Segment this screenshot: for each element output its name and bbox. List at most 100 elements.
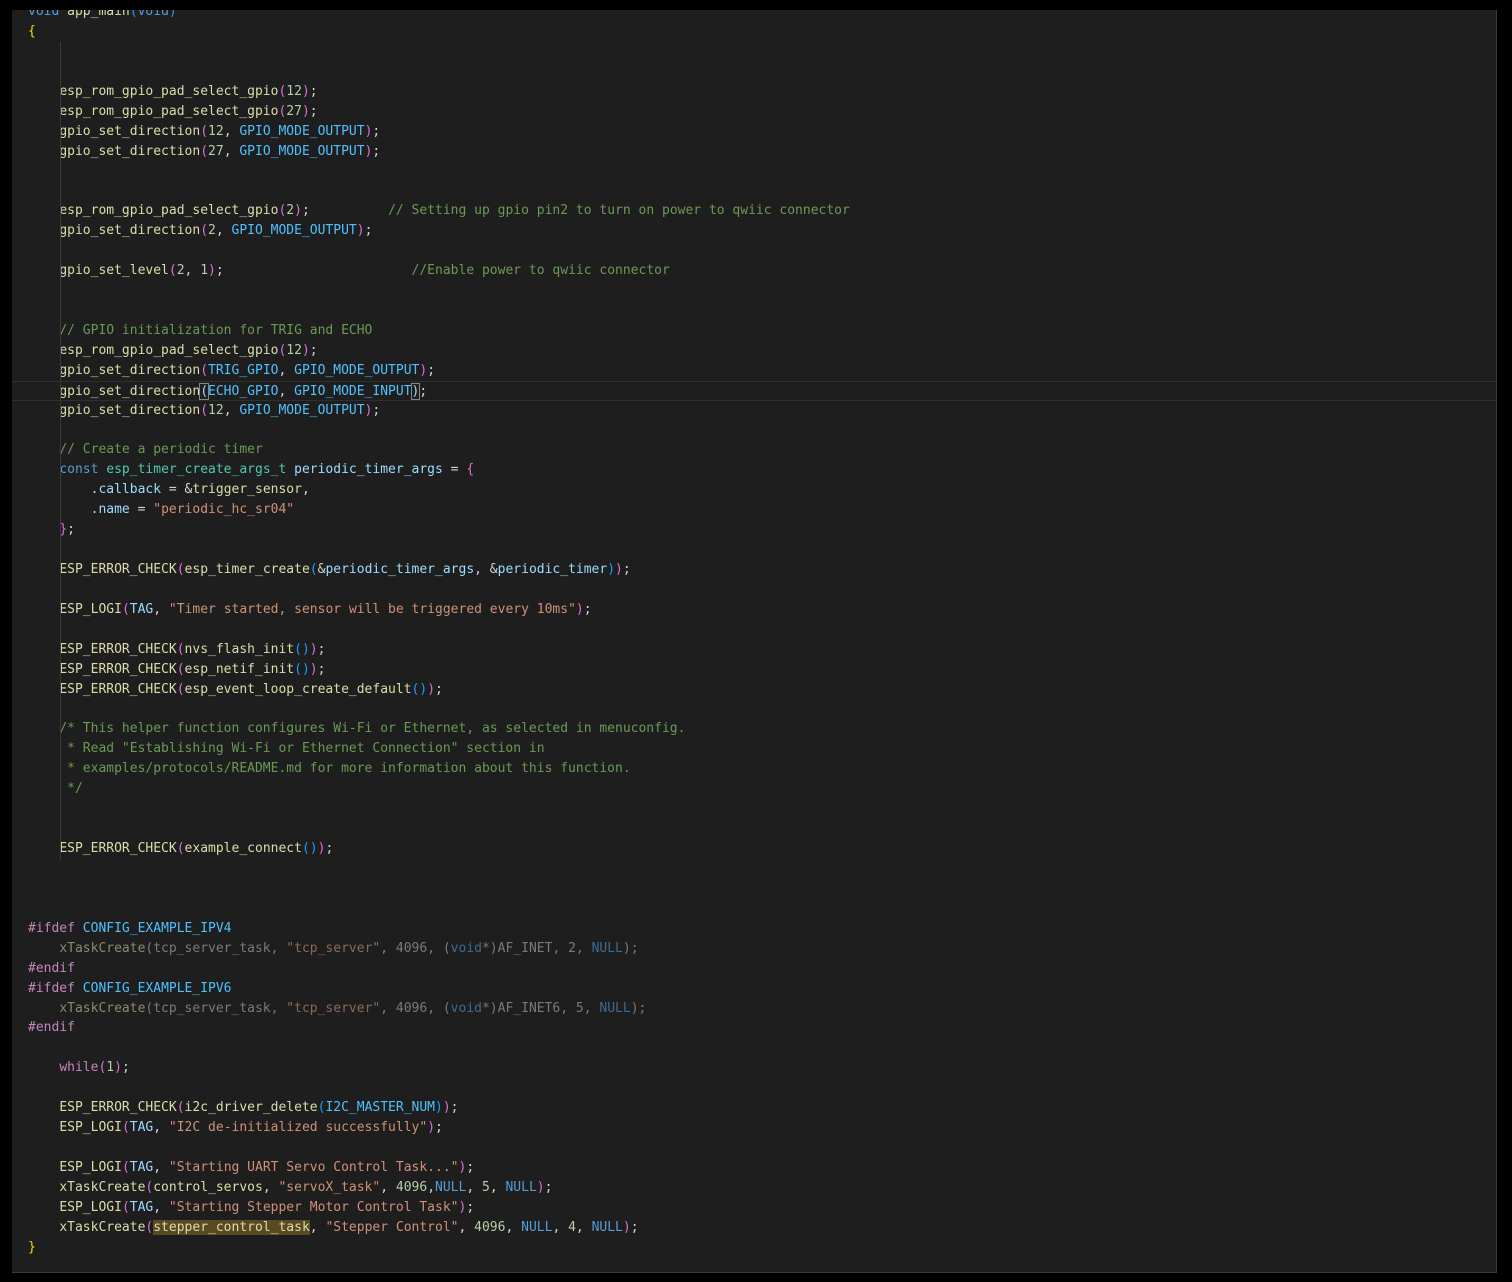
code-token: 4096 bbox=[474, 1219, 506, 1235]
code-token: tcp_server_task bbox=[153, 1000, 271, 1016]
code-line[interactable] bbox=[12, 1138, 1496, 1158]
code-token: ( bbox=[200, 123, 209, 139]
code-token: . bbox=[28, 502, 99, 518]
code-token: ) bbox=[301, 342, 310, 358]
code-line[interactable]: esp_rom_gpio_pad_select_gpio(12); bbox=[12, 82, 1496, 102]
code-token: ; bbox=[622, 562, 631, 578]
code-line[interactable]: ESP_LOGI(TAG, "Starting Stepper Motor Co… bbox=[12, 1198, 1496, 1218]
code-line[interactable] bbox=[12, 799, 1496, 819]
code-token: () bbox=[411, 681, 428, 697]
code-line[interactable]: */ bbox=[12, 779, 1496, 799]
code-token: I2C_MASTER_NUM bbox=[325, 1100, 436, 1116]
code-line[interactable]: * examples/protocols/README.md for more … bbox=[12, 759, 1496, 779]
code-line[interactable]: ESP_LOGI(TAG, "Starting UART Servo Contr… bbox=[12, 1158, 1496, 1178]
code-line[interactable]: esp_rom_gpio_pad_select_gpio(12); bbox=[12, 341, 1496, 361]
code-line[interactable]: xTaskCreate(control_servos, "servoX_task… bbox=[12, 1178, 1496, 1198]
code-line[interactable]: ESP_ERROR_CHECK(i2c_driver_delete(I2C_MA… bbox=[12, 1098, 1496, 1118]
code-line[interactable]: gpio_set_level(2, 1); //Enable power to … bbox=[12, 261, 1496, 281]
code-line[interactable]: ESP_LOGI(TAG, "I2C de-initialized succes… bbox=[12, 1118, 1496, 1138]
code-line[interactable]: ESP_ERROR_CHECK(esp_event_loop_create_de… bbox=[12, 680, 1496, 700]
code-line[interactable] bbox=[12, 1078, 1496, 1098]
code-token: ; bbox=[630, 1219, 639, 1235]
code-lines[interactable]: void app_main(void){ esp_rom_gpio_pad_se… bbox=[12, 10, 1496, 1272]
code-line[interactable]: .name = "periodic_hc_sr04" bbox=[12, 500, 1496, 520]
code-token: ; bbox=[121, 1060, 130, 1076]
code-token: AF_INET bbox=[497, 940, 553, 956]
code-line[interactable] bbox=[12, 281, 1496, 301]
code-token: #ifdef bbox=[28, 980, 75, 996]
code-line[interactable]: esp_rom_gpio_pad_select_gpio(2); // Sett… bbox=[12, 201, 1496, 221]
code-editor[interactable]: void app_main(void){ esp_rom_gpio_pad_se… bbox=[12, 10, 1497, 1273]
code-line[interactable] bbox=[12, 879, 1496, 899]
code-token: ( bbox=[200, 402, 209, 418]
code-line[interactable] bbox=[12, 42, 1496, 62]
code-line[interactable] bbox=[12, 580, 1496, 600]
code-line[interactable] bbox=[12, 241, 1496, 261]
code-token: periodic_timer bbox=[497, 562, 608, 578]
code-line[interactable] bbox=[12, 62, 1496, 82]
code-line[interactable] bbox=[12, 819, 1496, 839]
code-line[interactable]: #ifdef CONFIG_EXAMPLE_IPV4 bbox=[12, 919, 1496, 939]
code-token: NULL bbox=[435, 1179, 467, 1195]
code-line[interactable]: ESP_ERROR_CHECK(example_connect()); bbox=[12, 839, 1496, 859]
code-line[interactable]: xTaskCreate (tcp_server_task, "tcp_server… bbox=[12, 999, 1496, 1019]
code-line[interactable]: .callback = &trigger_sensor, bbox=[12, 480, 1496, 500]
code-line[interactable] bbox=[12, 620, 1496, 640]
code-line[interactable]: gpio_set_direction(ECHO_GPIO, GPIO_MODE_… bbox=[12, 380, 1496, 401]
code-line[interactable]: gpio_set_direction(12, GPIO_MODE_OUTPUT)… bbox=[12, 401, 1496, 421]
code-line[interactable] bbox=[12, 1038, 1496, 1058]
code-line[interactable]: #endif bbox=[12, 1018, 1496, 1038]
code-token: ) bbox=[442, 1100, 451, 1116]
code-line[interactable]: const esp_timer_create_args_t periodic_t… bbox=[12, 460, 1496, 480]
code-line[interactable]: void app_main(void) bbox=[12, 10, 1496, 22]
code-line[interactable]: { bbox=[12, 22, 1496, 42]
code-line[interactable]: ESP_LOGI(TAG, "Timer started, sensor wil… bbox=[12, 600, 1496, 620]
code-line[interactable] bbox=[12, 700, 1496, 720]
code-line[interactable]: gpio_set_direction(12, GPIO_MODE_OUTPUT)… bbox=[12, 122, 1496, 142]
code-line[interactable] bbox=[12, 859, 1496, 879]
code-token: ) bbox=[301, 103, 310, 119]
code-token: } bbox=[28, 1239, 36, 1255]
code-line[interactable]: gpio_set_direction(27, GPIO_MODE_OUTPUT)… bbox=[12, 142, 1496, 162]
code-line[interactable]: gpio_set_direction(TRIG_GPIO, GPIO_MODE_… bbox=[12, 361, 1496, 381]
code-line[interactable] bbox=[12, 540, 1496, 560]
code-line[interactable]: ESP_ERROR_CHECK(nvs_flash_init()); bbox=[12, 640, 1496, 660]
code-line[interactable]: xTaskCreate (tcp_server_task, "tcp_server… bbox=[12, 939, 1496, 959]
code-line[interactable] bbox=[12, 181, 1496, 201]
code-line[interactable]: /* This helper function configures Wi-Fi… bbox=[12, 719, 1496, 739]
code-line[interactable]: } bbox=[12, 1238, 1496, 1258]
code-token: ) bbox=[168, 10, 177, 19]
code-token: NULL bbox=[521, 1219, 553, 1235]
code-token: ; bbox=[364, 223, 373, 239]
code-line[interactable]: gpio_set_direction(2, GPIO_MODE_OUTPUT); bbox=[12, 221, 1496, 241]
code-line[interactable] bbox=[12, 161, 1496, 181]
code-token: NULL bbox=[591, 1219, 623, 1235]
code-token: */ bbox=[67, 781, 83, 797]
code-line[interactable]: xTaskCreate(stepper_control_task, "Stepp… bbox=[12, 1218, 1496, 1238]
code-line[interactable]: }; bbox=[12, 520, 1496, 540]
code-line[interactable]: #ifdef CONFIG_EXAMPLE_IPV6 bbox=[12, 979, 1496, 999]
code-line[interactable]: ESP_ERROR_CHECK(esp_timer_create(&period… bbox=[12, 560, 1496, 580]
code-token: () bbox=[294, 661, 310, 677]
code-line[interactable]: // Create a periodic timer bbox=[12, 440, 1496, 460]
code-line[interactable] bbox=[12, 899, 1496, 919]
code-line[interactable]: esp_rom_gpio_pad_select_gpio(27); bbox=[12, 102, 1496, 122]
code-line[interactable]: ESP_ERROR_CHECK(esp_netif_init()); bbox=[12, 660, 1496, 680]
code-line[interactable]: * Read "Establishing Wi-Fi or Ethernet C… bbox=[12, 739, 1496, 759]
code-line[interactable]: while(1); bbox=[12, 1058, 1496, 1078]
code-line[interactable] bbox=[12, 301, 1496, 321]
code-line[interactable]: // GPIO initialization for TRIG and ECHO bbox=[12, 321, 1496, 341]
code-token: "periodic_hc_sr04" bbox=[153, 502, 295, 518]
code-line[interactable] bbox=[12, 421, 1496, 441]
code-token: , bbox=[153, 1120, 169, 1136]
code-line[interactable]: #endif bbox=[12, 959, 1496, 979]
